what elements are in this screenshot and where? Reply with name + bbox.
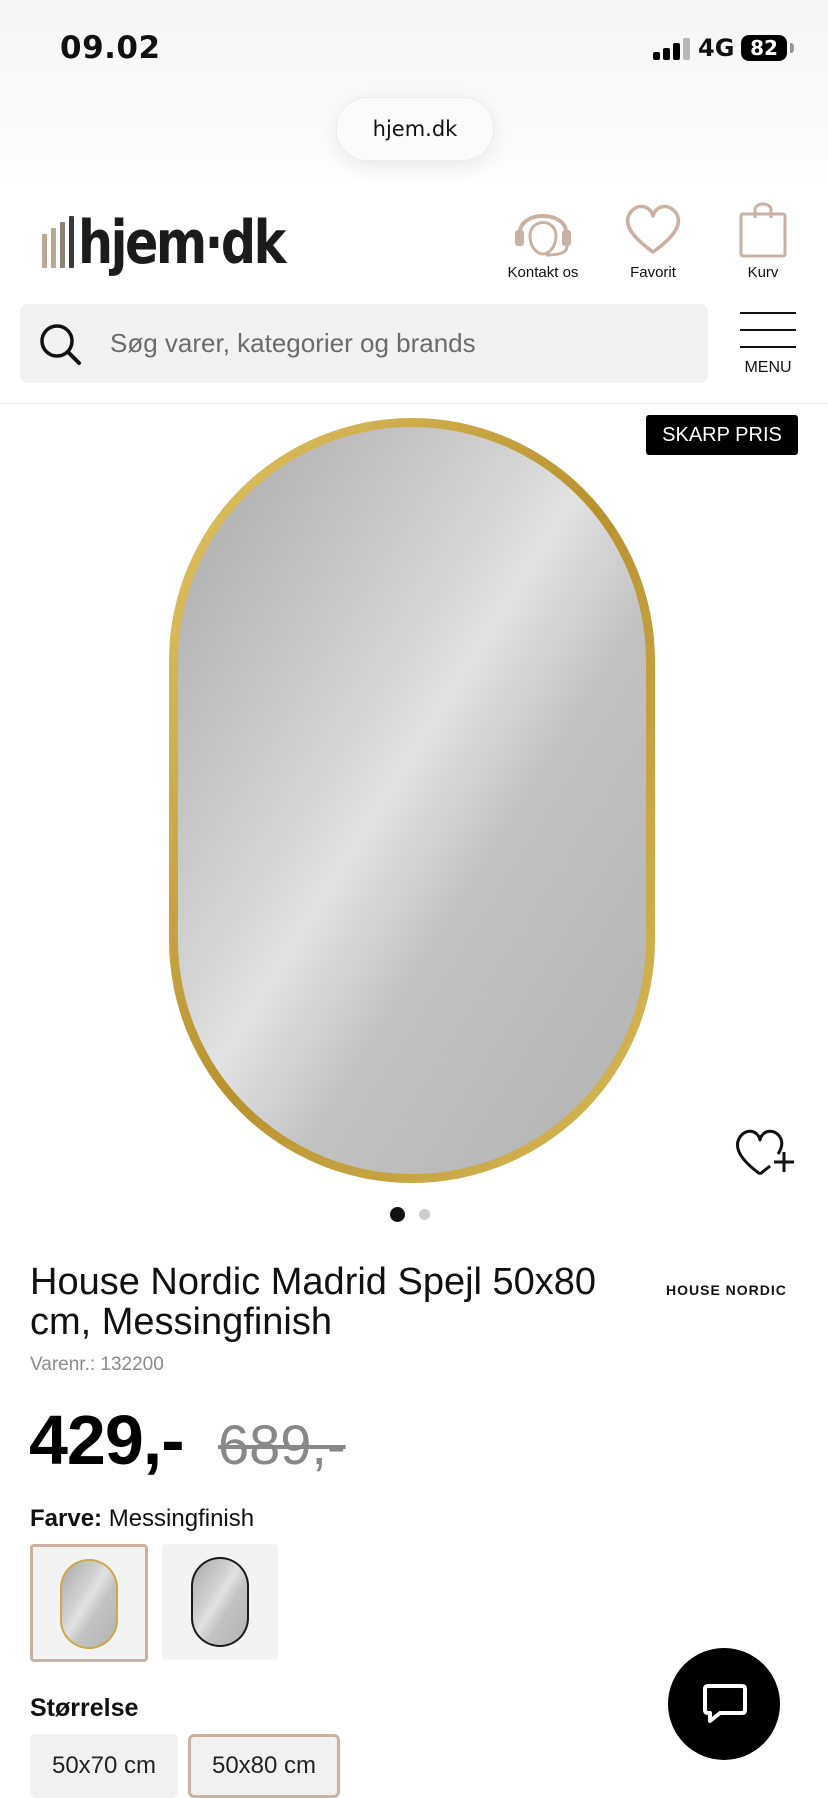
- status-time: 09.02: [60, 30, 161, 66]
- add-to-favorites-icon[interactable]: [734, 1124, 798, 1180]
- network-type: 4G: [698, 34, 735, 62]
- cart-button[interactable]: Kurv: [708, 200, 818, 281]
- hamburger-icon-line: [740, 312, 796, 314]
- product-title: House Nordic Madrid Spejl 50x80 cm, Mess…: [30, 1261, 597, 1343]
- headset-icon: [515, 214, 571, 257]
- size-option-50x80[interactable]: 50x80 cm: [188, 1734, 340, 1798]
- search-icon[interactable]: [38, 322, 82, 366]
- carousel-dot[interactable]: [419, 1209, 430, 1220]
- product-image[interactable]: [0, 404, 828, 1204]
- battery-icon: 82: [741, 35, 787, 61]
- search-bar[interactable]: [20, 304, 708, 383]
- logo-text: hjem·dk: [78, 208, 286, 278]
- status-bar: 09.02 4G 82 hjem.dk: [0, 0, 828, 190]
- carousel-dot-active[interactable]: [390, 1207, 405, 1222]
- current-price: 429,-: [29, 1401, 185, 1479]
- search-input[interactable]: [110, 304, 690, 383]
- color-swatch-black[interactable]: [162, 1544, 278, 1660]
- chat-bubble-icon: [703, 1684, 747, 1723]
- heart-icon: [625, 204, 681, 254]
- signal-strength-icon: [653, 38, 691, 60]
- contact-button[interactable]: Kontakt os: [488, 200, 598, 281]
- brand-logo[interactable]: HOUSE NORDIC: [666, 1282, 787, 1298]
- chat-button[interactable]: [668, 1648, 780, 1760]
- favorite-button[interactable]: Favorit: [598, 200, 708, 281]
- sale-badge: SKARP PRIS: [646, 415, 798, 455]
- color-label: Farve:: [30, 1505, 103, 1532]
- size-option-50x70[interactable]: 50x70 cm: [30, 1734, 178, 1798]
- menu-label: MENU: [744, 359, 792, 376]
- contact-label: Kontakt os: [507, 264, 579, 281]
- site-logo[interactable]: hjem·dk: [40, 208, 286, 278]
- brass-mirror-thumbnail: [60, 1559, 118, 1649]
- product-sku: Varenr.: 132200: [30, 1354, 164, 1375]
- shopping-bag-icon: [739, 202, 787, 258]
- mirror-glass: [178, 427, 646, 1174]
- hamburger-icon-line: [740, 346, 796, 348]
- menu-button[interactable]: MENU: [740, 312, 796, 377]
- color-swatch-brass[interactable]: [30, 1544, 148, 1662]
- url-bar[interactable]: hjem.dk: [336, 97, 494, 161]
- hamburger-icon-line: [740, 329, 796, 331]
- color-selector-label: Farve: Messingfinish: [30, 1505, 254, 1533]
- color-value: Messingfinish: [108, 1505, 255, 1532]
- battery-cap: [790, 43, 794, 53]
- favorite-label: Favorit: [630, 264, 676, 281]
- size-label: Størrelse: [30, 1694, 139, 1722]
- old-price: 689,-: [218, 1413, 346, 1476]
- black-mirror-thumbnail: [191, 1557, 249, 1647]
- cart-label: Kurv: [747, 264, 779, 281]
